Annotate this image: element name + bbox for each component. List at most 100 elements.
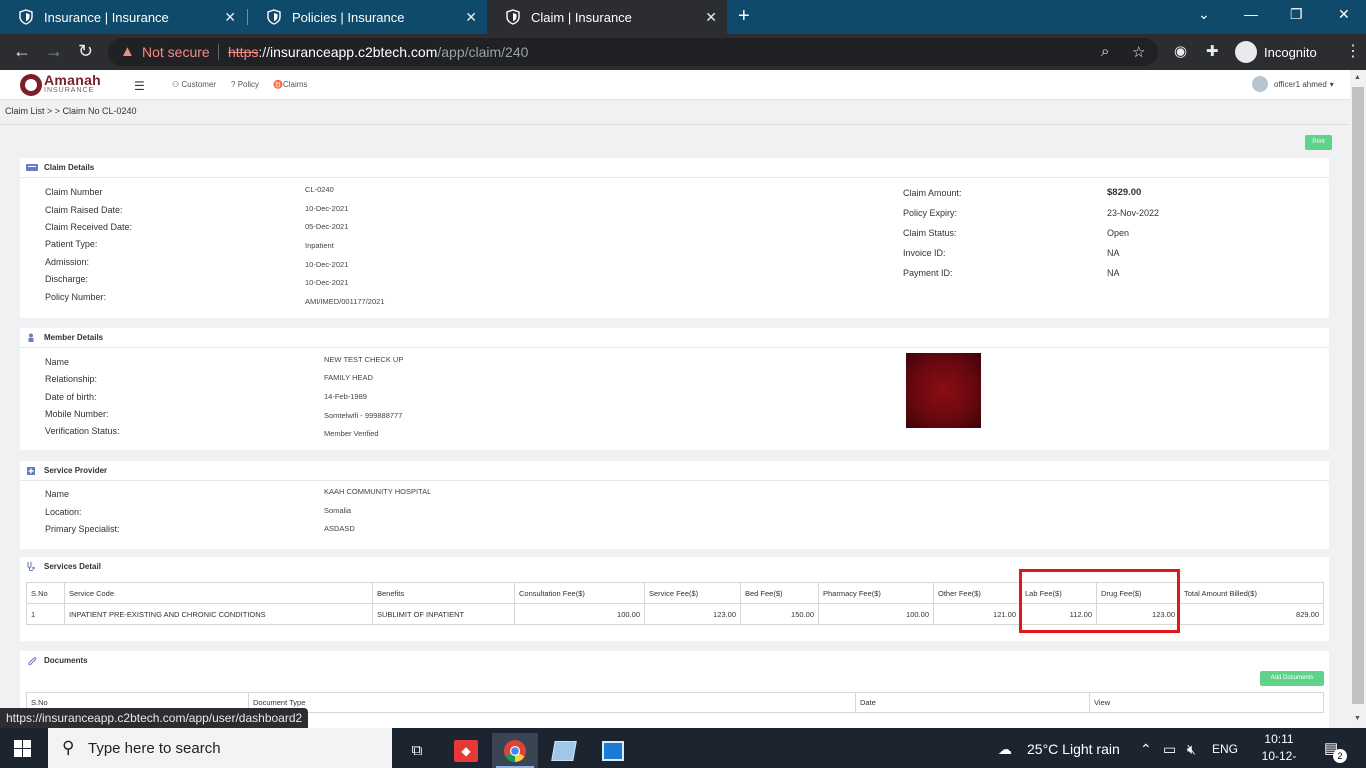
- security-label[interactable]: Not secure: [142, 44, 210, 60]
- claims-icon: ♉: [273, 80, 283, 89]
- omnibox-divider: [218, 44, 219, 60]
- cell-total-billed: 829.00: [1179, 603, 1324, 625]
- browser-tab-1[interactable]: Insurance | Insurance ✕: [0, 0, 246, 34]
- admission-value: 10-Dec-2021: [305, 260, 349, 269]
- question-icon: ?: [231, 80, 236, 89]
- language-indicator[interactable]: ENG: [1212, 742, 1238, 756]
- claim-status-value: Open: [1107, 228, 1130, 238]
- clock-time: 10:11: [1264, 732, 1294, 746]
- zoom-icon[interactable]: ⌕: [1101, 43, 1109, 60]
- page-scrollbar[interactable]: ▲ ▼: [1350, 70, 1366, 728]
- discharge-label: Discharge:: [45, 274, 89, 284]
- shield-icon: [19, 9, 33, 25]
- notepad-icon[interactable]: [541, 733, 587, 768]
- scroll-down-icon[interactable]: ▼: [1354, 715, 1361, 722]
- tab-search-icon[interactable]: ⌄: [1198, 6, 1210, 23]
- discharge-value: 10-Dec-2021: [305, 278, 349, 287]
- claim-details-header: Claim Details: [26, 163, 94, 172]
- dob-value: 14-Feb-1989: [324, 392, 367, 401]
- photos-icon[interactable]: [590, 733, 636, 768]
- claim-number-value: CL-0240: [305, 185, 334, 194]
- address-bar[interactable]: ▲ Not secure https://insuranceapp.c2btec…: [108, 38, 1158, 66]
- notification-badge: 2: [1333, 749, 1347, 763]
- windows-taskbar: ⚲ Type here to search ⧉ ◆ ☁ 25°C Light r…: [0, 728, 1366, 768]
- menu-toggle-icon[interactable]: ☰: [134, 79, 145, 93]
- logo-text: Amanah: [44, 72, 102, 88]
- claim-received-label: Claim Received Date:: [45, 222, 133, 232]
- close-icon[interactable]: ✕: [224, 9, 236, 26]
- nav-customer[interactable]: ⚇ Customer: [172, 80, 216, 89]
- shield-icon: [267, 9, 281, 25]
- section-title: Documents: [44, 656, 88, 665]
- incognito-label: Incognito: [1264, 44, 1317, 60]
- url-scheme: https: [228, 44, 259, 60]
- col-sno: S.No: [26, 582, 65, 604]
- task-view-icon[interactable]: ⧉: [394, 733, 440, 768]
- verification-label: Verification Status:: [45, 426, 120, 436]
- incognito-icon: [1235, 41, 1257, 63]
- close-icon[interactable]: ✕: [465, 9, 477, 26]
- tab-title: Claim | Insurance: [531, 9, 632, 25]
- reload-icon[interactable]: ↻: [78, 41, 93, 62]
- close-icon[interactable]: ✕: [705, 9, 717, 26]
- anydesk-icon[interactable]: ◆: [443, 733, 489, 768]
- relationship-value: FAMILY HEAD: [324, 373, 373, 382]
- extension-icon[interactable]: ◉: [1174, 42, 1187, 60]
- mobile-value: Somtelwifi - 999888777: [324, 411, 403, 420]
- location-label: Location:: [45, 507, 82, 517]
- section-title: Claim Details: [44, 163, 95, 172]
- member-photo: [906, 353, 981, 428]
- volume-muted-icon[interactable]: 🔇︎: [1187, 741, 1196, 758]
- weather-text[interactable]: 25°C Light rain: [1027, 741, 1120, 757]
- new-tab-icon[interactable]: +: [738, 5, 750, 28]
- puzzle-icon[interactable]: ✚: [1206, 42, 1219, 60]
- claim-icon: [26, 164, 38, 171]
- back-icon[interactable]: ←: [13, 41, 31, 62]
- highlight-box: [1019, 569, 1180, 633]
- warning-icon[interactable]: ▲: [120, 43, 135, 60]
- print-button[interactable]: Print: [1305, 135, 1332, 150]
- claim-raised-label: Claim Raised Date:: [45, 205, 123, 215]
- more-menu-icon[interactable]: ⋮: [1345, 41, 1361, 61]
- member-name-label: Name: [45, 357, 70, 367]
- forward-icon[interactable]: →: [45, 41, 63, 62]
- weather-icon[interactable]: ☁: [998, 741, 1012, 758]
- battery-icon[interactable]: ▭: [1163, 741, 1176, 758]
- cell-service-code: INPATIENT PRE-EXISTING AND CHRONIC CONDI…: [64, 603, 373, 625]
- windows-start-icon[interactable]: [14, 740, 31, 757]
- minimize-icon[interactable]: —: [1244, 6, 1258, 22]
- scroll-thumb[interactable]: [1352, 87, 1364, 704]
- col-doc-view: View: [1089, 692, 1324, 713]
- taskbar-search[interactable]: ⚲ Type here to search: [48, 728, 392, 768]
- incognito-badge[interactable]: Incognito: [1235, 39, 1317, 65]
- add-documents-button[interactable]: Add Documents: [1260, 671, 1324, 686]
- clock[interactable]: 10:11 10-12-2021: [1250, 731, 1308, 768]
- window-close-icon[interactable]: ✕: [1338, 6, 1350, 23]
- cell-consultation-fee: 100.00: [514, 603, 645, 625]
- browser-tab-2[interactable]: Policies | Insurance ✕: [248, 0, 487, 34]
- bookmark-star-icon[interactable]: ☆: [1132, 43, 1145, 61]
- col-total-billed: Total Amount Billed($): [1179, 582, 1324, 604]
- col-service-code: Service Code: [64, 582, 373, 604]
- col-consultation-fee: Consultation Fee($): [514, 582, 645, 604]
- scroll-up-icon[interactable]: ▲: [1354, 74, 1361, 81]
- maximize-icon[interactable]: ❐: [1290, 6, 1303, 23]
- chrome-icon[interactable]: [492, 733, 538, 768]
- patient-type-label: Patient Type:: [45, 239, 98, 249]
- user-name: officer1 ahmed: [1274, 79, 1327, 89]
- nav-claims[interactable]: ♉Claims: [273, 80, 307, 89]
- link-status-url: https://insuranceapp.c2btech.com/app/use…: [0, 708, 309, 728]
- logo-subtext: INSURANCE: [44, 87, 95, 94]
- claim-number-label: Claim Number: [45, 187, 103, 197]
- section-title: Member Details: [44, 333, 104, 342]
- policy-number-label: Policy Number:: [45, 292, 107, 302]
- nav-policy[interactable]: ? Policy: [231, 80, 259, 89]
- company-logo[interactable]: Amanah INSURANCE: [20, 72, 106, 98]
- breadcrumb[interactable]: Claim List > > Claim No CL-0240: [5, 106, 137, 116]
- user-menu[interactable]: officer1 ahmed ▾: [1252, 76, 1334, 92]
- card-divider: [20, 480, 1329, 481]
- browser-tab-3[interactable]: Claim | Insurance ✕: [487, 0, 727, 34]
- browser-toolbar: ← → ↻ ▲ Not secure https://insuranceapp.…: [0, 34, 1366, 70]
- url-text[interactable]: https://insuranceapp.c2btech.com/app/cla…: [228, 44, 528, 60]
- chevron-up-icon[interactable]: ⌃: [1140, 741, 1152, 758]
